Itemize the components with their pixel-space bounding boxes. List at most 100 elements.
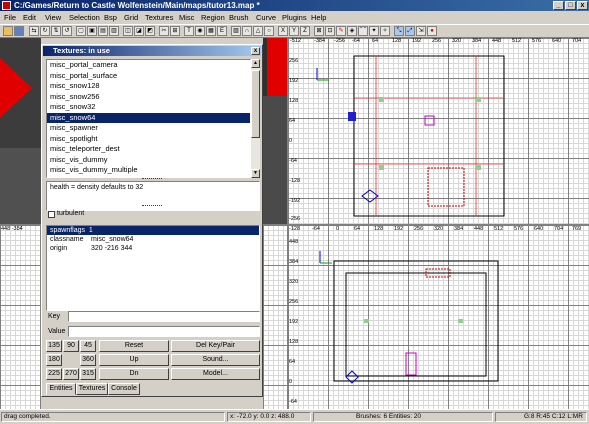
select-partial-icon[interactable]: ▥ (109, 26, 119, 36)
angle-270-button[interactable]: 270 (63, 368, 79, 380)
yz-view[interactable]: 448 -384 (0, 224, 41, 409)
list-item[interactable]: misc_spotlight (47, 134, 250, 145)
key-input[interactable] (68, 311, 260, 322)
patch-icon[interactable]: ▨ (231, 26, 241, 36)
sphere-icon[interactable]: ○ (264, 26, 274, 36)
angle-225-button[interactable]: 225 (46, 368, 62, 380)
menu-misc[interactable]: Misc (179, 13, 194, 22)
value-input[interactable] (68, 326, 260, 337)
list-scrollbar[interactable]: ▲ ▼ (251, 59, 260, 178)
model-button[interactable]: Model... (171, 368, 260, 380)
list-item[interactable]: misc_portal_camera (47, 60, 250, 71)
select-inside-icon[interactable]: ▣ (87, 26, 97, 36)
drag-edges-icon[interactable]: ⤡ (394, 26, 404, 36)
menu-brush[interactable]: Brush (229, 13, 249, 22)
menu-help[interactable]: Help (311, 13, 326, 22)
table-row[interactable]: spawnflags 1 (47, 226, 259, 235)
change-views-icon[interactable]: ⊞ (170, 26, 180, 36)
csg-merge-icon[interactable]: ◩ (145, 26, 155, 36)
list-item[interactable]: misc_vis_dummy (47, 155, 250, 166)
open-icon[interactable] (3, 26, 13, 36)
angle-315-button[interactable]: 315 (80, 368, 96, 380)
flip-y-icon[interactable]: ⇅ (51, 26, 61, 36)
menu-plugins[interactable]: Plugins (282, 13, 307, 22)
list-item[interactable]: misc_spawner (47, 123, 250, 134)
classname-list[interactable]: misc_portal_camera misc_portal_surface m… (46, 59, 251, 178)
clipper-icon[interactable]: ✂ (159, 26, 169, 36)
angle-180-button[interactable]: 180 (46, 354, 62, 366)
menu-selection[interactable]: Selection (69, 13, 100, 22)
tab-console[interactable]: Console (108, 383, 140, 395)
texture-lock-icon[interactable]: ⊡ (325, 26, 335, 36)
z-view-icon[interactable]: Z (300, 26, 310, 36)
csg-subtract-icon[interactable]: ◪ (134, 26, 144, 36)
cone-icon[interactable]: △ (253, 26, 263, 36)
xy-view[interactable]: -512 -384 -256 -64 64 128 192 256 320 38… (287, 38, 589, 224)
angle-135-button[interactable]: 135 (46, 340, 62, 352)
table-row[interactable]: classname misc_snow64 (47, 235, 259, 244)
minimize-button[interactable]: _ (553, 1, 564, 10)
scale-icon[interactable]: ⇲ (416, 26, 426, 36)
list-item[interactable]: misc_portal_surface (47, 71, 250, 82)
list-item[interactable]: misc_teleporter_dest (47, 144, 250, 155)
curve-icon[interactable]: ∩ (242, 26, 252, 36)
list-item[interactable]: misc_snow128 (47, 81, 250, 92)
rotate-icon[interactable]: ↻ (40, 26, 50, 36)
select-complete-icon[interactable]: ▤ (98, 26, 108, 36)
menu-curve[interactable]: Curve (256, 13, 276, 22)
reset-button[interactable]: Reset (99, 340, 169, 352)
angle-360-button[interactable]: 360 (80, 354, 96, 366)
del-key-pair-button[interactable]: Del Key/Pair (171, 340, 260, 352)
angle-90-button[interactable]: 90 (63, 340, 79, 352)
tab-textures[interactable]: Textures (76, 383, 108, 395)
sound-button[interactable]: Sound... (171, 354, 260, 366)
paint-icon[interactable]: ✎ (336, 26, 346, 36)
menu-file[interactable]: File (4, 13, 16, 22)
scroll-thumb[interactable] (251, 70, 260, 138)
angle-45-button[interactable]: 45 (80, 340, 96, 352)
entity-icon[interactable]: E (217, 26, 227, 36)
properties-list[interactable]: spawnflags 1 classname misc_snow64 origin… (46, 225, 260, 311)
rotate-z-icon[interactable]: ↺ (62, 26, 72, 36)
camera-icon[interactable]: ◉ (195, 26, 205, 36)
status-bar: drag completed. x: -72.0 y: 0.0 z: 488.0… (0, 409, 589, 424)
flip-x-icon[interactable]: ⇆ (29, 26, 39, 36)
drag-vertices-icon[interactable]: ⤢ (405, 26, 415, 36)
patch-delete-icon[interactable]: ✧ (380, 26, 390, 36)
menu-edit[interactable]: Edit (23, 13, 36, 22)
menu-view[interactable]: View (45, 13, 61, 22)
list-item-selected[interactable]: misc_snow64 (47, 112, 250, 123)
close-button[interactable]: x (577, 1, 588, 10)
list-item[interactable]: misc_snow32 (47, 102, 250, 113)
select-touching-icon[interactable]: ▢ (76, 26, 86, 36)
camera-view[interactable] (0, 38, 41, 224)
cube-clip-icon[interactable]: ▦ (206, 26, 216, 36)
patch-bend-icon[interactable]: ⌒ (358, 26, 368, 36)
xz-view[interactable]: -128 -64 0 64 128 192 256 320 384 448 51… (287, 224, 589, 409)
scroll-down-icon[interactable]: ▼ (251, 169, 260, 178)
menu-textures[interactable]: Textures (145, 13, 173, 22)
table-row[interactable]: origin 320 -216 344 (47, 244, 259, 253)
x-view-icon[interactable]: X (278, 26, 288, 36)
menu-grid[interactable]: Grid (124, 13, 138, 22)
light-icon[interactable]: ● (427, 26, 437, 36)
scroll-up-icon[interactable]: ▲ (251, 59, 260, 68)
texture-view-icon[interactable]: T (184, 26, 194, 36)
menu-region[interactable]: Region (201, 13, 225, 22)
save-icon[interactable] (14, 26, 24, 36)
y-view-icon[interactable]: Y (289, 26, 299, 36)
turbulent-checkbox[interactable] (48, 211, 55, 218)
dn-button[interactable]: Dn (99, 368, 169, 380)
patch-insert-icon[interactable]: ✦ (369, 26, 379, 36)
show-entities-icon[interactable]: ◈ (347, 26, 357, 36)
menu-bsp[interactable]: Bsp (104, 13, 117, 22)
up-button[interactable]: Up (99, 354, 169, 366)
maximize-button[interactable]: □ (565, 1, 576, 10)
list-item[interactable]: misc_vis_dummy_multiple (47, 165, 250, 176)
splitter-handle-2[interactable] (142, 205, 162, 209)
lock-icon[interactable]: ⊠ (314, 26, 324, 36)
list-item[interactable]: misc_snow256 (47, 92, 250, 103)
tab-entities[interactable]: Entities (46, 383, 76, 395)
csg-hollow-icon[interactable]: ◫ (123, 26, 133, 36)
dialog-close-button[interactable]: x (251, 47, 260, 55)
